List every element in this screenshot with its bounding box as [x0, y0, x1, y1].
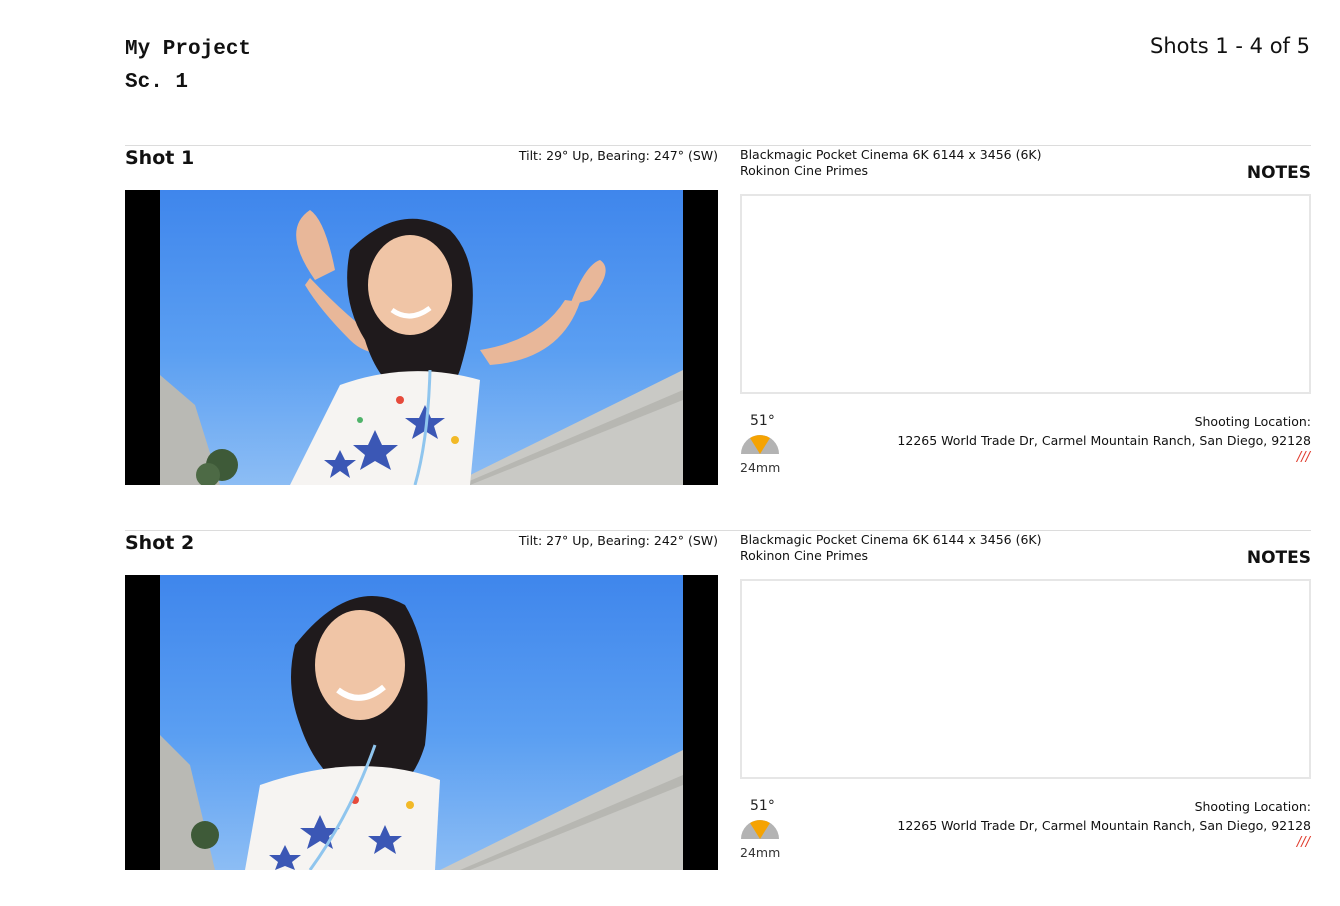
lens-set: Rokinon Cine Primes: [740, 163, 869, 178]
location-address: 12265 World Trade Dr, Carmel Mountain Ra…: [897, 433, 1311, 448]
lens-set: Rokinon Cine Primes: [740, 548, 869, 563]
fov-value: 51°: [750, 798, 775, 814]
page-header: My Project Sc. 1: [125, 33, 251, 99]
scene-label: Sc. 1: [125, 71, 189, 94]
location-marker[interactable]: ///: [1297, 450, 1310, 465]
location-marker[interactable]: ///: [1297, 835, 1310, 850]
camera-info: Blackmagic Pocket Cinema 6K 6144 x 3456 …: [740, 532, 1041, 564]
location-label: Shooting Location:: [1194, 414, 1311, 429]
shot-frame[interactable]: [125, 190, 718, 485]
notes-field[interactable]: [740, 194, 1311, 394]
shot-card-1: Shot 1 Tilt: 29° Up, Bearing: 247° (SW): [125, 145, 1311, 487]
shot-title: Shot 1: [125, 147, 195, 169]
divider: [125, 145, 1311, 146]
fov-gauge-icon: [741, 435, 779, 454]
field-of-view-widget: 51° 24mm: [739, 798, 781, 862]
focal-length: 24mm: [740, 845, 781, 860]
tilt-bearing: Tilt: 27° Up, Bearing: 242° (SW): [518, 533, 718, 548]
location-address: 12265 World Trade Dr, Carmel Mountain Ra…: [897, 818, 1311, 833]
shot-photo: [160, 190, 683, 485]
notes-field[interactable]: [740, 579, 1311, 779]
camera-model: Blackmagic Pocket Cinema 6K 6144 x 3456 …: [740, 532, 1042, 547]
camera-model: Blackmagic Pocket Cinema 6K 6144 x 3456 …: [740, 147, 1042, 162]
shot-title: Shot 2: [125, 532, 195, 554]
divider: [125, 530, 1311, 531]
project-title: My Project: [125, 38, 252, 61]
tilt-bearing: Tilt: 29° Up, Bearing: 247° (SW): [518, 148, 718, 163]
camera-info: Blackmagic Pocket Cinema 6K 6144 x 3456 …: [740, 147, 1041, 179]
fov-gauge-icon: [741, 820, 779, 839]
shot-range: Shots 1 - 4 of 5: [1150, 34, 1310, 58]
notes-label: NOTES: [1246, 163, 1311, 183]
location-label: Shooting Location:: [1194, 799, 1311, 814]
shot-photo: [160, 575, 683, 870]
shot-frame[interactable]: [125, 575, 718, 870]
fov-value: 51°: [750, 413, 775, 429]
notes-label: NOTES: [1246, 548, 1311, 568]
field-of-view-widget: 51° 24mm: [739, 413, 781, 477]
shot-card-2: Shot 2 Tilt: 27° Up, Bearing: 242° (SW): [125, 530, 1311, 872]
focal-length: 24mm: [740, 460, 781, 475]
